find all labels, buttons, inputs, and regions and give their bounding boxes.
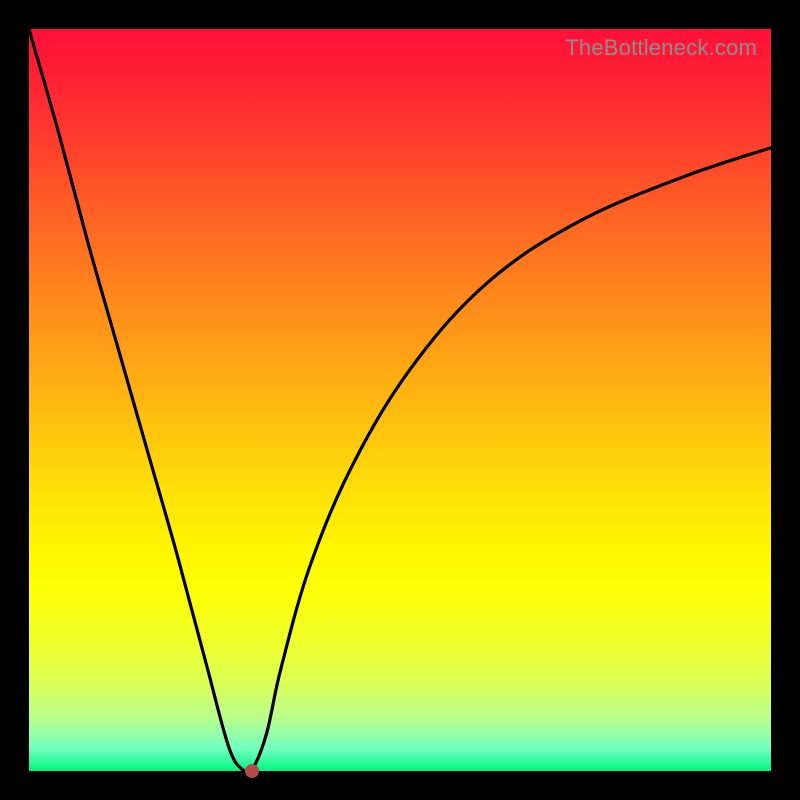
minimum-marker: [245, 764, 259, 778]
chart-frame: TheBottleneck.com: [0, 0, 800, 800]
bottleneck-curve: [29, 29, 771, 771]
plot-area: TheBottleneck.com: [29, 29, 771, 771]
curve-path: [29, 29, 771, 771]
